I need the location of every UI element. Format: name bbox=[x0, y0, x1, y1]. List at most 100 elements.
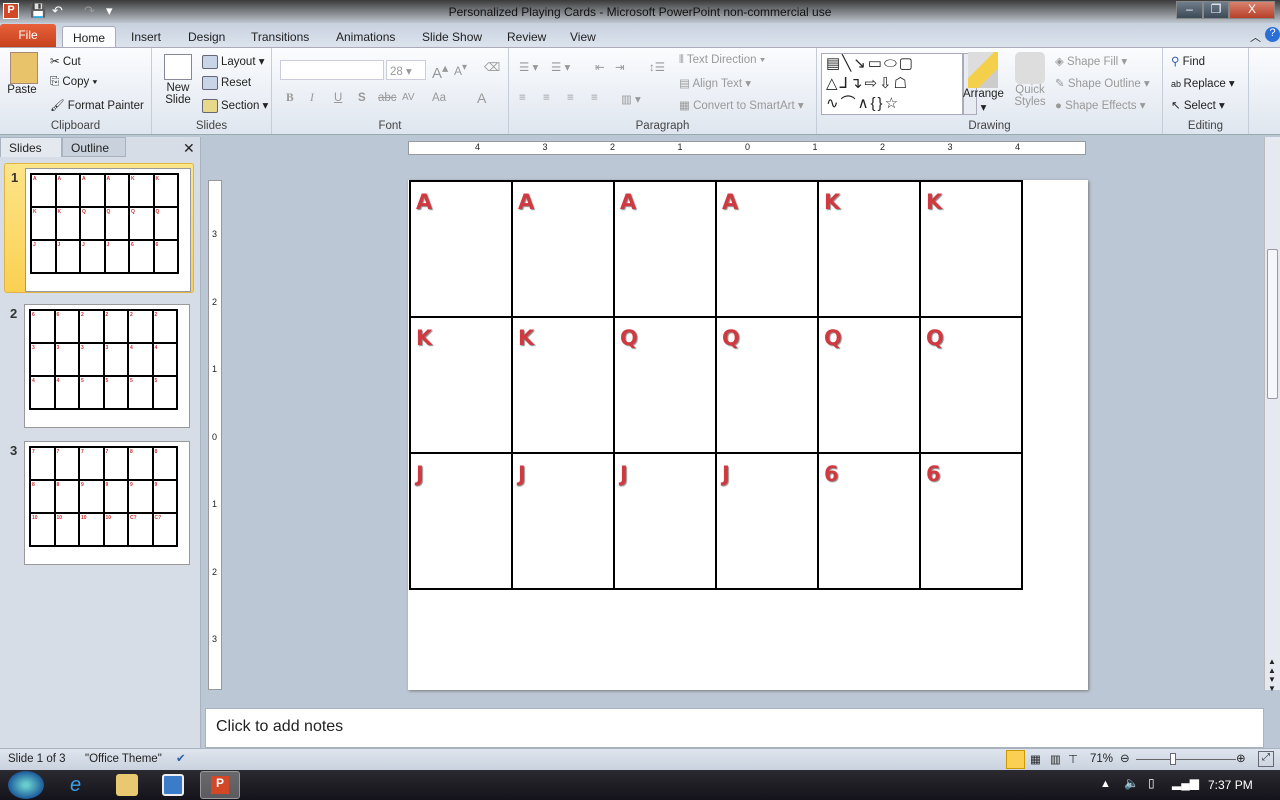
align-left-icon[interactable]: ≡ bbox=[519, 92, 526, 104]
card-cell[interactable]: J bbox=[410, 453, 512, 589]
prev-next-slide-icons[interactable]: ▲ ▲ ▼ ▼ bbox=[1268, 657, 1276, 693]
paste-button[interactable]: Paste bbox=[6, 52, 38, 96]
minimize-button[interactable]: – bbox=[1176, 1, 1203, 19]
media-player-icon[interactable] bbox=[162, 774, 184, 796]
strikethrough-button[interactable]: abc bbox=[378, 92, 397, 104]
shadow-button[interactable]: S bbox=[358, 92, 366, 104]
grow-font-button[interactable]: A▴ bbox=[432, 60, 448, 82]
slide-canvas[interactable]: AAAAKKKKQQQQJJJJ66 bbox=[408, 180, 1088, 690]
card-cell[interactable]: J bbox=[716, 453, 818, 589]
horizontal-ruler[interactable]: 4 3 2 1 0 1 2 3 4 bbox=[408, 141, 1086, 155]
underline-button[interactable]: U bbox=[334, 92, 342, 104]
convert-smartart-button[interactable]: ▦ Convert to SmartArt ▾ bbox=[679, 98, 804, 112]
close-button[interactable]: X bbox=[1229, 1, 1275, 19]
vertical-ruler[interactable]: 3 2 1 0 1 2 3 bbox=[208, 180, 222, 690]
tab-home[interactable]: Home bbox=[62, 26, 117, 48]
font-size-input[interactable]: 28 ▾ bbox=[386, 60, 426, 80]
volume-icon[interactable]: 🔈 bbox=[1124, 776, 1139, 790]
card-cell[interactable]: K bbox=[410, 317, 512, 453]
zoom-level[interactable]: 71% bbox=[1090, 753, 1113, 765]
clear-formatting-icon[interactable]: ⌫ bbox=[484, 60, 500, 74]
font-color-button[interactable]: A bbox=[477, 90, 486, 106]
card-cell[interactable]: A bbox=[410, 181, 512, 317]
text-direction-button[interactable]: ⫴ Text Direction ▾ bbox=[679, 54, 765, 67]
zoom-slider-thumb[interactable] bbox=[1170, 753, 1177, 765]
layout-button[interactable]: Layout ▾ bbox=[202, 54, 265, 69]
numbering-icon[interactable]: ☰ ▾ bbox=[551, 60, 570, 74]
help-icon[interactable]: ? bbox=[1265, 27, 1280, 42]
power-icon[interactable]: ▯ bbox=[1148, 776, 1155, 790]
tab-slides[interactable]: Slides bbox=[0, 137, 62, 157]
columns-icon[interactable]: ▥ ▾ bbox=[621, 92, 641, 106]
close-pane-icon[interactable]: ✕ bbox=[183, 140, 195, 157]
explorer-icon[interactable] bbox=[116, 774, 138, 796]
decrease-indent-icon[interactable]: ⇤ bbox=[595, 60, 605, 74]
card-cell[interactable]: A bbox=[614, 181, 716, 317]
tab-outline[interactable]: Outline bbox=[62, 137, 126, 157]
zoom-slider[interactable] bbox=[1136, 759, 1236, 760]
show-hidden-icons[interactable]: ▲ bbox=[1100, 778, 1111, 790]
reset-button[interactable]: Reset bbox=[202, 76, 251, 90]
card-cell[interactable]: 6 bbox=[818, 453, 920, 589]
copy-button[interactable]: ⎘ Copy ▾ bbox=[50, 76, 97, 89]
section-button[interactable]: Section ▾ bbox=[202, 98, 268, 113]
change-case-button[interactable]: Aa bbox=[432, 92, 446, 104]
theme-name[interactable]: "Office Theme" bbox=[85, 753, 162, 765]
reading-view-icon[interactable]: ▥ bbox=[1050, 752, 1061, 766]
justify-icon[interactable]: ≡ bbox=[591, 92, 598, 104]
vertical-scrollbar[interactable]: ▲ ▲ ▼ ▼ bbox=[1264, 137, 1280, 693]
tab-view[interactable]: View bbox=[560, 26, 606, 48]
minimize-ribbon-icon[interactable]: ︿ bbox=[1250, 29, 1261, 45]
clock[interactable]: 7:37 PM bbox=[1208, 778, 1253, 792]
select-button[interactable]: ↖ Select ▾ bbox=[1171, 98, 1225, 112]
card-cell[interactable]: A bbox=[716, 181, 818, 317]
powerpoint-taskbar-button[interactable]: P bbox=[200, 771, 240, 799]
card-cell[interactable]: 6 bbox=[920, 453, 1022, 589]
card-cell[interactable]: A bbox=[512, 181, 614, 317]
normal-view-icon[interactable] bbox=[1006, 750, 1025, 769]
maximize-button[interactable]: ❐ bbox=[1203, 1, 1229, 19]
zoom-out-icon[interactable]: ⊖ bbox=[1120, 751, 1130, 765]
increase-indent-icon[interactable]: ⇥ bbox=[615, 60, 625, 74]
start-button[interactable] bbox=[8, 771, 44, 799]
tab-transitions[interactable]: Transitions bbox=[241, 26, 319, 48]
character-spacing-button[interactable]: AV bbox=[402, 92, 415, 103]
quick-styles-button[interactable]: Quick Styles bbox=[1013, 52, 1047, 108]
tab-animations[interactable]: Animations bbox=[326, 26, 405, 48]
align-center-icon[interactable]: ≡ bbox=[543, 92, 550, 104]
slide-thumbnail-1[interactable]: 1AAAAKKKKQQQQJJJJ66 bbox=[4, 163, 194, 293]
notes-area[interactable]: Click to add notes bbox=[205, 708, 1264, 748]
card-cell[interactable]: Q bbox=[818, 317, 920, 453]
align-right-icon[interactable]: ≡ bbox=[567, 92, 574, 104]
card-cell[interactable]: J bbox=[512, 453, 614, 589]
network-icon[interactable]: ▂▄▆ bbox=[1172, 776, 1199, 790]
format-painter-button[interactable]: 🖌 Format Painter bbox=[50, 98, 144, 112]
tab-insert[interactable]: Insert bbox=[121, 26, 171, 48]
align-text-button[interactable]: ▤ Align Text ▾ bbox=[679, 76, 751, 90]
tab-design[interactable]: Design bbox=[178, 26, 235, 48]
scrollbar-thumb[interactable] bbox=[1267, 249, 1278, 399]
shape-effects-button[interactable]: ● Shape Effects ▾ bbox=[1055, 98, 1146, 112]
tab-slide-show[interactable]: Slide Show bbox=[412, 26, 492, 48]
shape-outline-button[interactable]: ✎ Shape Outline ▾ bbox=[1055, 76, 1150, 90]
replace-button[interactable]: ab Replace ▾ bbox=[1171, 76, 1235, 90]
italic-button[interactable]: I bbox=[310, 92, 314, 104]
internet-explorer-icon[interactable]: e bbox=[70, 774, 92, 796]
card-cell[interactable]: K bbox=[512, 317, 614, 453]
zoom-in-icon[interactable]: ⊕ bbox=[1236, 751, 1246, 765]
card-cell[interactable]: K bbox=[920, 181, 1022, 317]
find-button[interactable]: ⚲ Find bbox=[1171, 54, 1205, 68]
cut-button[interactable]: ✂ Cut bbox=[50, 54, 81, 68]
tab-file[interactable]: File bbox=[0, 24, 56, 47]
new-slide-button[interactable]: New Slide bbox=[158, 54, 198, 106]
card-cell[interactable]: Q bbox=[614, 317, 716, 453]
shrink-font-button[interactable]: A▾ bbox=[454, 62, 467, 78]
slide-thumbnail-2[interactable]: 2662222333344445555 bbox=[4, 300, 194, 430]
shape-fill-button[interactable]: ◈ Shape Fill ▾ bbox=[1055, 54, 1127, 68]
card-cell[interactable]: Q bbox=[920, 317, 1022, 453]
bullets-icon[interactable]: ☰ ▾ bbox=[519, 60, 538, 74]
line-spacing-icon[interactable]: ↕☰ bbox=[649, 60, 665, 74]
spell-check-icon[interactable]: ✔ bbox=[176, 751, 186, 765]
card-cell[interactable]: Q bbox=[716, 317, 818, 453]
card-cell[interactable]: J bbox=[614, 453, 716, 589]
